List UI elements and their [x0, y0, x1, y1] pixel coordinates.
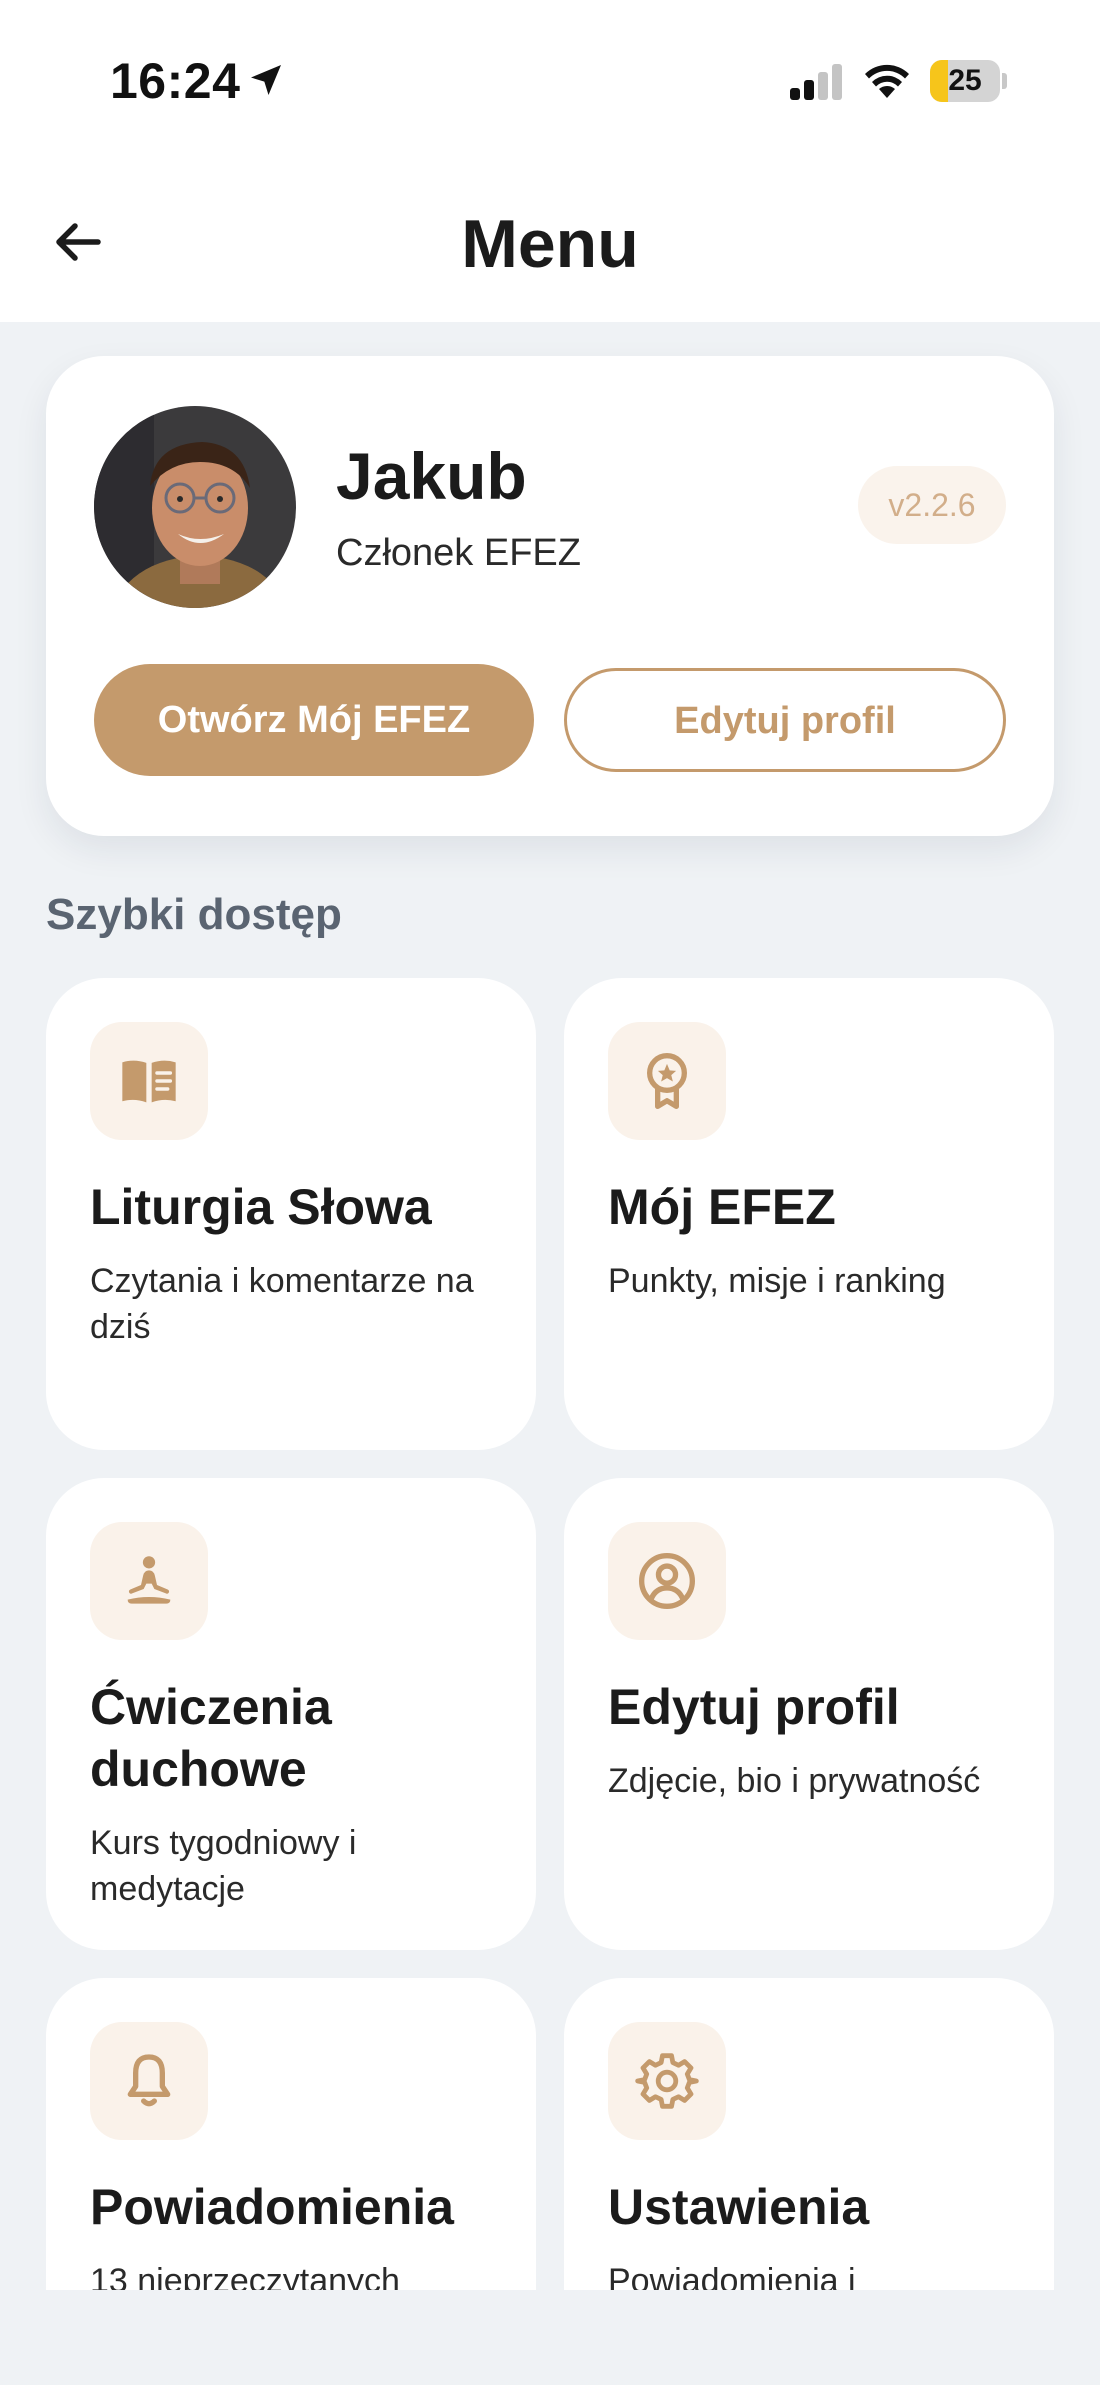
tile-description: Czytania i komentarze na dziś — [90, 1262, 474, 1346]
tile-description: Zdjęcie, bio i prywatność — [608, 1762, 981, 1800]
tile-ustawienia[interactable]: Ustawienia Powiadomienia i — [564, 1978, 1054, 2290]
tile-powiadomienia[interactable]: Powiadomienia 13 nieprzeczytanych — [46, 1978, 536, 2290]
wifi-icon — [865, 64, 909, 98]
page-title: Menu — [461, 206, 639, 282]
tile-description: Kurs tygodniowy i medytacje — [90, 1824, 357, 1908]
tile-title: Liturgia Słowa — [90, 1179, 432, 1235]
tile-description: Powiadomienia i — [608, 2262, 856, 2290]
tile-moj-efez[interactable]: Mój EFEZ Punkty, misje i ranking — [564, 978, 1054, 1450]
open-my-efez-button[interactable]: Otwórz Mój EFEZ — [94, 664, 534, 776]
location-arrow-icon — [251, 65, 281, 95]
meditation-icon — [127, 1556, 171, 1604]
edit-profile-button[interactable]: Edytuj profil — [564, 668, 1006, 772]
user-circle-icon — [639, 1553, 695, 1609]
tile-title: Powiadomienia — [90, 2179, 454, 2235]
tile-title: Ćwiczenia duchowe — [90, 1679, 332, 1797]
tile-description: Punkty, misje i ranking — [608, 1262, 946, 1300]
battery-indicator: 25 — [930, 60, 1007, 102]
tile-title: Edytuj profil — [608, 1679, 900, 1735]
signal-icon — [790, 64, 842, 100]
battery-percent: 25 — [948, 64, 982, 97]
quick-access-grid: Liturgia Słowa Czytania i komentarze na … — [0, 960, 1100, 2290]
section-title: Szybki dostęp — [46, 890, 342, 939]
gear-icon — [635, 2053, 699, 2109]
user-name: Jakub — [336, 439, 527, 513]
tile-description: 13 nieprzeczytanych — [90, 2262, 400, 2290]
tile-title: Ustawienia — [608, 2179, 870, 2235]
bell-icon — [127, 2054, 171, 2107]
profile-card: Jakub Członek EFEZ v2.2.6 Otwórz Mój EFE… — [46, 356, 1054, 836]
tile-edytuj-profil[interactable]: Edytuj profil Zdjęcie, bio i prywatność — [564, 1478, 1054, 1950]
tile-title: Mój EFEZ — [608, 1179, 836, 1235]
award-icon — [647, 1053, 687, 1109]
version-badge: v2.2.6 — [858, 466, 1006, 544]
status-time: 16:24 — [110, 53, 241, 109]
tile-liturgia-slowa[interactable]: Liturgia Słowa Czytania i komentarze na … — [46, 978, 536, 1450]
user-role: Członek EFEZ — [336, 532, 581, 574]
book-icon — [122, 1060, 176, 1103]
tile-cwiczenia-duchowe[interactable]: Ćwiczenia duchowe Kurs tygodniowy i medy… — [46, 1478, 536, 1950]
avatar[interactable] — [94, 406, 296, 608]
